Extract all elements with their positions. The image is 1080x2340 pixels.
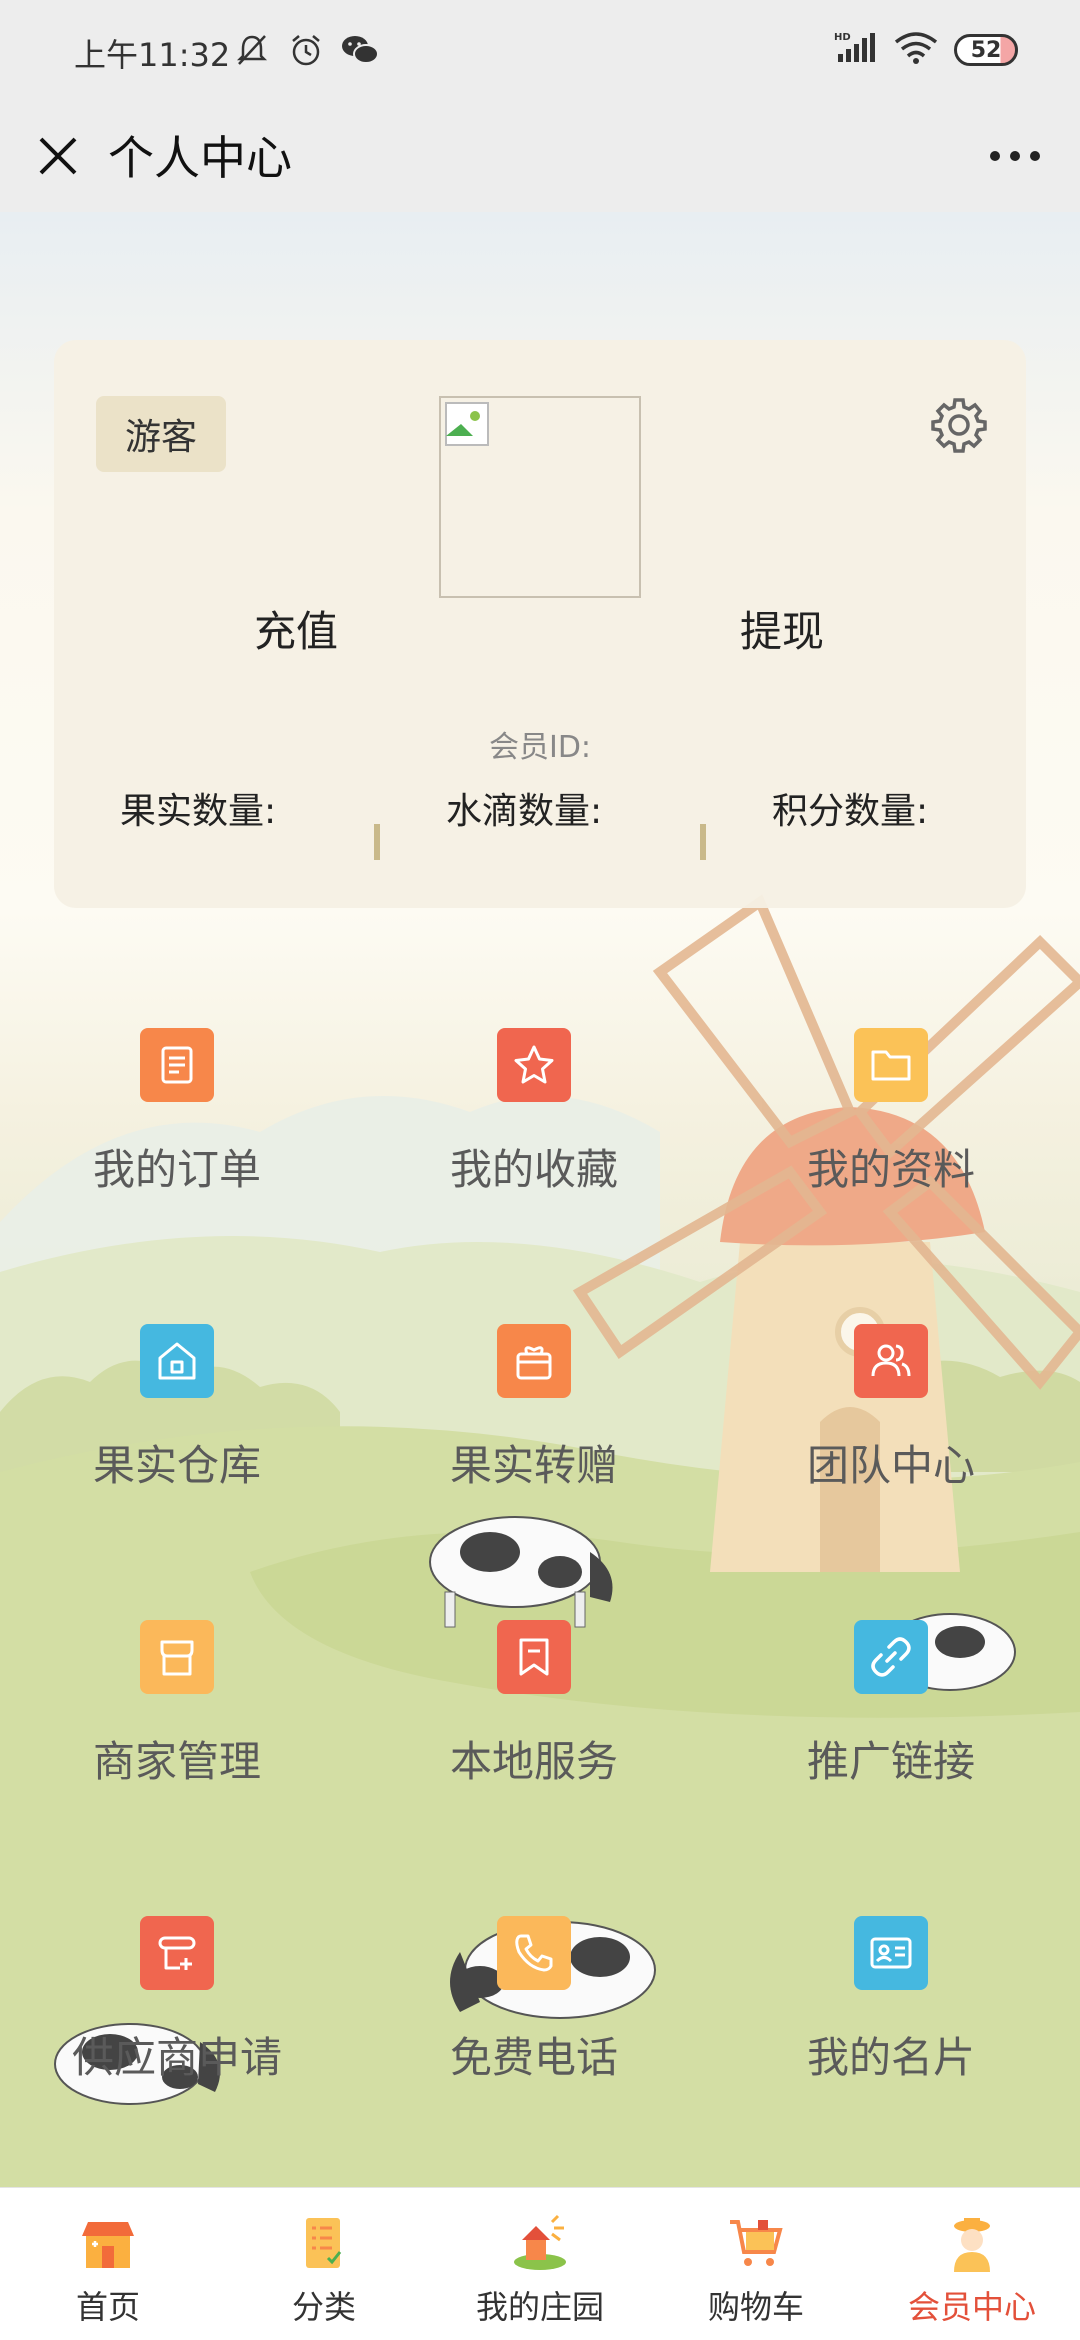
menu-item-free-call[interactable]: 免费电话 (391, 1916, 691, 2116)
manor-tab-icon (514, 2214, 566, 2270)
menu-item-team[interactable]: 团队中心 (748, 1324, 1048, 1524)
menu-label: 果实仓库 (92, 1441, 261, 1490)
alarm-icon (286, 30, 326, 70)
menu-label: 我的收藏 (449, 1145, 618, 1194)
menu-item-local-service[interactable]: 本地服务 (391, 1620, 691, 1820)
menu-label: 我的名片 (806, 2033, 975, 2082)
menu-item-promo-link[interactable]: 推广链接 (748, 1620, 1048, 1820)
gear-icon (931, 398, 987, 453)
team-icon (854, 1324, 928, 1398)
home-icon (140, 1324, 214, 1398)
menu-label: 供应商申请 (71, 2033, 282, 2082)
tab-label: 会员中心 (907, 2288, 1036, 2326)
member-tab-icon (954, 2218, 990, 2272)
avatar[interactable] (439, 396, 641, 598)
more-button[interactable] (980, 126, 1050, 186)
tab-category[interactable]: 分类 (216, 2188, 432, 2340)
close-button[interactable] (28, 126, 88, 186)
home-tab-icon (82, 2222, 134, 2268)
store-icon (140, 1620, 214, 1694)
divider (700, 824, 706, 860)
profile-card: 游客 充值 提现 会员ID: 果实数量: 水滴数量: 积分数量: (54, 340, 1026, 908)
recharge-button[interactable]: 充值 (254, 598, 338, 659)
page-title: 个人中心 (108, 131, 292, 185)
menu-label: 团队中心 (806, 1441, 975, 1490)
menu-label: 免费电话 (449, 2033, 618, 2082)
battery-icon: 52 (954, 34, 1018, 66)
menu-item-favorites[interactable]: 我的收藏 (391, 1028, 691, 1228)
apply-icon (140, 1916, 214, 1990)
member-id: 会员ID: (488, 730, 592, 765)
guest-badge: 游客 (96, 396, 226, 472)
tab-label: 购物车 (707, 2288, 804, 2326)
folder-icon (854, 1028, 928, 1102)
divider (374, 824, 380, 860)
battery-level: 52 (970, 37, 1002, 63)
bookmark-icon (497, 1620, 571, 1694)
broken-image-icon (445, 402, 489, 446)
hd-signal-icon: HD (834, 30, 878, 70)
menu-label: 果实转赠 (449, 1441, 618, 1490)
menu-label: 推广链接 (806, 1737, 975, 1786)
tab-label: 分类 (291, 2288, 356, 2326)
menu-label: 本地服务 (449, 1737, 618, 1786)
status-right: HD 52 (834, 30, 1018, 70)
menu-item-supplier-apply[interactable]: 供应商申请 (34, 1916, 334, 2116)
menu-item-warehouse[interactable]: 果实仓库 (34, 1324, 334, 1524)
points-count: 积分数量: (772, 791, 929, 832)
menu-item-profile[interactable]: 我的资料 (748, 1028, 1048, 1228)
status-bar: 上午11:32 HD 52 (0, 0, 1080, 100)
menu-item-merchant[interactable]: 商家管理 (34, 1620, 334, 1820)
category-tab-icon (306, 2218, 342, 2268)
gift-icon (497, 1324, 571, 1398)
svg-text:HD: HD (834, 32, 851, 43)
menu-label: 我的订单 (92, 1145, 261, 1194)
menu-label: 商家管理 (92, 1737, 261, 1786)
mute-icon (232, 30, 272, 70)
card-icon (854, 1916, 928, 1990)
fruit-count: 果实数量: (120, 791, 277, 832)
title-bar: 个人中心 (0, 100, 1080, 212)
tab-member-center[interactable]: 会员中心 (864, 2188, 1080, 2340)
bottom-tab-bar: 首页 分类 我的庄园 购物车 会员中心 (0, 2187, 1080, 2340)
menu-label: 我的资料 (806, 1145, 975, 1194)
wechat-icon (340, 30, 380, 70)
withdraw-button[interactable]: 提现 (740, 598, 824, 659)
tab-home[interactable]: 首页 (0, 2188, 216, 2340)
tab-manor[interactable]: 我的庄园 (432, 2188, 648, 2340)
order-icon (140, 1028, 214, 1102)
menu-item-orders[interactable]: 我的订单 (34, 1028, 334, 1228)
tab-label: 首页 (75, 2288, 140, 2326)
tab-label: 我的庄园 (475, 2288, 604, 2326)
close-icon (39, 137, 77, 175)
wifi-icon (894, 30, 938, 70)
menu-item-business-card[interactable]: 我的名片 (748, 1916, 1048, 2116)
cart-tab-icon (730, 2220, 783, 2266)
more-icon (990, 151, 1040, 161)
settings-button[interactable] (928, 394, 990, 456)
link-icon (854, 1620, 928, 1694)
water-count: 水滴数量: (446, 791, 603, 832)
status-left-icons (232, 30, 380, 70)
tab-cart[interactable]: 购物车 (648, 2188, 864, 2340)
phone-icon (497, 1916, 571, 1990)
status-time: 上午11:32 (74, 36, 231, 74)
star-icon (497, 1028, 571, 1102)
menu-item-transfer[interactable]: 果实转赠 (391, 1324, 691, 1524)
